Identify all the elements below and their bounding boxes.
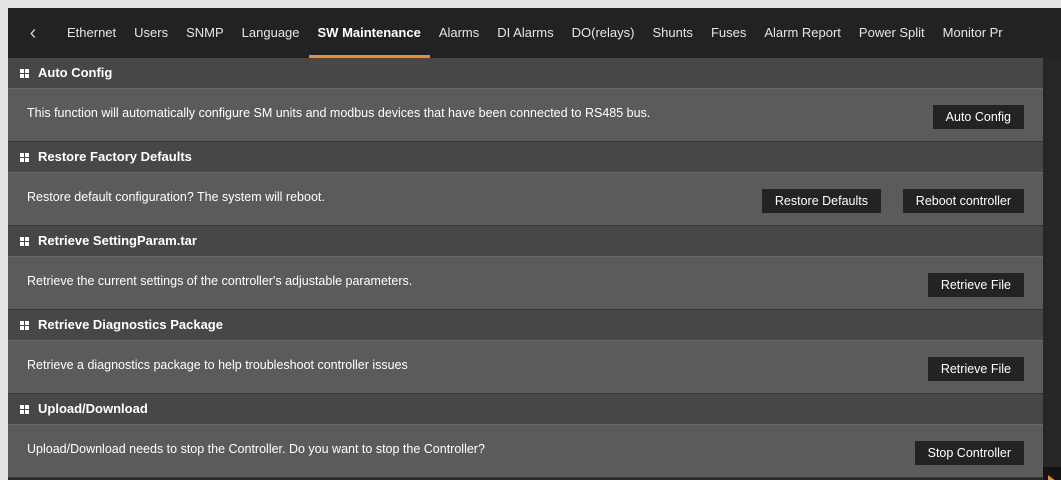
reboot-controller-button[interactable]: Reboot controller — [902, 189, 1024, 213]
restore-defaults-button[interactable]: Restore Defaults — [761, 189, 881, 213]
section-upload-download: Upload/Download Upload/Download needs to… — [8, 394, 1043, 478]
stop-controller-button[interactable]: Stop Controller — [914, 441, 1024, 465]
retrieve-settings-file-button[interactable]: Retrieve File — [927, 273, 1024, 297]
section-body: Restore default configuration? The syste… — [8, 173, 1043, 226]
tab-do-relays[interactable]: DO(relays) — [563, 8, 644, 58]
section-title: Upload/Download — [38, 401, 148, 416]
retrieve-diagnostics-file-button[interactable]: Retrieve File — [927, 357, 1024, 381]
tab-snmp[interactable]: SNMP — [177, 8, 233, 58]
tab-language[interactable]: Language — [233, 8, 309, 58]
section-description: Retrieve the current settings of the con… — [27, 274, 413, 288]
section-body: Retrieve a diagnostics package to help t… — [8, 341, 1043, 394]
section-title: Restore Factory Defaults — [38, 149, 192, 164]
section-header: Restore Factory Defaults — [8, 142, 1043, 173]
section-auto-config: Auto Config This function will automatic… — [8, 58, 1043, 142]
tab-bar: ‹ Ethernet Users SNMP Language SW Mainte… — [8, 8, 1061, 58]
tab-shunts[interactable]: Shunts — [643, 8, 701, 58]
grid-icon — [20, 237, 29, 246]
auto-config-button[interactable]: Auto Config — [932, 105, 1024, 129]
app-window: ‹ Ethernet Users SNMP Language SW Mainte… — [8, 8, 1061, 480]
section-retrieve-settingparam: Retrieve SettingParam.tar Retrieve the c… — [8, 226, 1043, 310]
section-header: Upload/Download — [8, 394, 1043, 425]
scrollbar[interactable] — [1043, 58, 1061, 480]
section-description: Retrieve a diagnostics package to help t… — [27, 358, 408, 372]
section-retrieve-diagnostics: Retrieve Diagnostics Package Retrieve a … — [8, 310, 1043, 394]
tab-power-split[interactable]: Power Split — [850, 8, 934, 58]
maintenance-content: Auto Config This function will automatic… — [8, 58, 1043, 480]
chevron-left-icon[interactable]: ‹ — [22, 22, 44, 44]
tab-alarm-report[interactable]: Alarm Report — [755, 8, 850, 58]
section-description: Restore default configuration? The syste… — [27, 190, 325, 204]
section-title: Retrieve SettingParam.tar — [38, 233, 197, 248]
tab-ethernet[interactable]: Ethernet — [58, 8, 125, 58]
section-header: Auto Config — [8, 58, 1043, 89]
section-restore-factory-defaults: Restore Factory Defaults Restore default… — [8, 142, 1043, 226]
grid-icon — [20, 69, 29, 78]
play-arrow-icon[interactable] — [1043, 467, 1061, 480]
tab-fuses[interactable]: Fuses — [702, 8, 755, 58]
section-description: This function will automatically configu… — [27, 106, 651, 120]
grid-icon — [20, 321, 29, 330]
grid-icon — [20, 153, 29, 162]
tab-alarms[interactable]: Alarms — [430, 8, 488, 58]
section-title: Retrieve Diagnostics Package — [38, 317, 223, 332]
section-body: Retrieve the current settings of the con… — [8, 257, 1043, 310]
tab-sw-maintenance[interactable]: SW Maintenance — [308, 8, 431, 58]
section-body: Upload/Download needs to stop the Contro… — [8, 425, 1043, 478]
section-header: Retrieve SettingParam.tar — [8, 226, 1043, 257]
section-body: This function will automatically configu… — [8, 89, 1043, 142]
tab-monitor-protocol[interactable]: Monitor Pr — [934, 8, 1012, 58]
section-title: Auto Config — [38, 65, 113, 80]
tab-list: Ethernet Users SNMP Language SW Maintena… — [58, 8, 1012, 58]
grid-icon — [20, 405, 29, 414]
section-description: Upload/Download needs to stop the Contro… — [27, 442, 485, 456]
tab-users[interactable]: Users — [125, 8, 177, 58]
tab-di-alarms[interactable]: DI Alarms — [488, 8, 562, 58]
section-header: Retrieve Diagnostics Package — [8, 310, 1043, 341]
